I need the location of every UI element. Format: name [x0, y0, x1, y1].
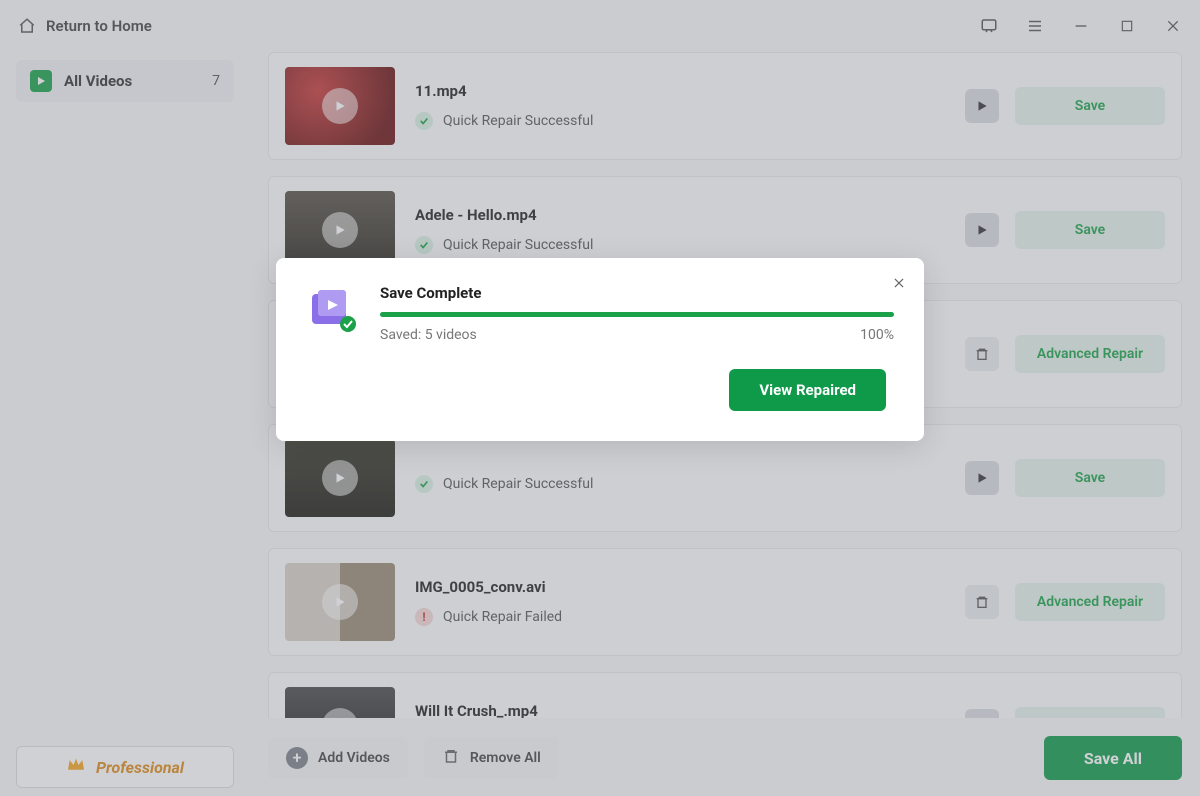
save-complete-icon — [306, 284, 358, 336]
save-complete-modal: Save Complete Saved: 5 videos 100% View … — [276, 258, 924, 441]
view-repaired-label: View Repaired — [759, 381, 856, 399]
modal-saved-text: Saved: 5 videos — [380, 327, 477, 343]
view-repaired-button[interactable]: View Repaired — [729, 369, 886, 411]
modal-overlay: Save Complete Saved: 5 videos 100% View … — [0, 0, 1200, 796]
modal-percent-text: 100% — [860, 327, 894, 343]
modal-close-button[interactable] — [892, 274, 906, 295]
modal-title: Save Complete — [380, 284, 894, 302]
progress-bar — [380, 312, 894, 317]
